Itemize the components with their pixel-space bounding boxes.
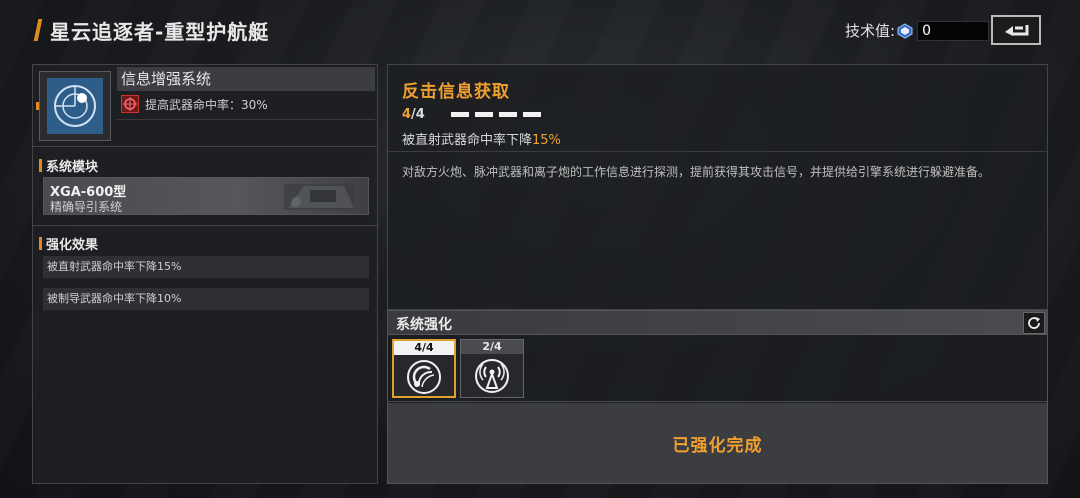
divider [117,119,375,120]
system-effect-text: 提高武器命中率：30% [145,97,268,112]
system-enhance-panel: 系统强化 4/4 2/4 已强化完成 [387,310,1048,484]
tech-chip-icon [897,22,913,39]
effect-item: 被制导武器命中率下降10% [43,288,369,310]
system-name: 信息增强系统 [117,67,375,91]
module-section-label: 系统模块 [46,160,99,175]
tech-value: 0 [917,20,990,41]
system-card: 信息增强系统 提高武器命中率：30% [33,65,377,147]
level-pip [499,112,517,117]
level-total: /4 [411,107,425,122]
effect-item: 被直射武器命中率下降15% [43,256,369,278]
refresh-icon [1028,317,1040,329]
enhance-title: 系统强化 [396,317,452,333]
back-arrow-icon [1005,25,1029,36]
signal-deflect-icon [407,359,441,394]
level-pips [451,112,541,117]
module-section-heading: 系统模块 [39,156,98,175]
enhance-header: 系统强化 [388,311,1047,335]
level-current: 4 [402,107,412,122]
level-pip [475,112,493,117]
enhance-slot-1[interactable]: 4/4 [392,339,456,398]
enhance-status: 已强化完成 [672,435,763,456]
tech-label: 技术值: [845,22,896,40]
system-info-panel: 信息增强系统 提高武器命中率：30% 系统模块 XGA-600型 精确导引系统 [32,64,378,484]
slot-level: 4/4 [394,341,454,355]
enhance-slots: 4/4 2/4 [388,336,1047,402]
back-button[interactable] [991,15,1041,45]
refresh-button[interactable] [1023,312,1045,334]
crosshair-icon [121,95,139,113]
level-pip [523,112,541,117]
system-effect: 提高武器命中率：30% [121,95,268,113]
tech-value-display: 技术值: 0 [845,20,990,41]
module-hardware-icon [284,184,354,210]
slot-level: 2/4 [461,340,523,354]
radar-scope-icon [54,85,96,127]
selected-marker [36,102,39,110]
broadcast-tower-icon [475,358,509,393]
effects-section-label: 强化效果 [46,238,99,253]
module-desc: 精确导引系统 [50,200,123,214]
divider [388,151,1047,152]
enhance-status-area: 已强化完成 [388,403,1047,483]
level-pip [451,112,469,117]
ability-effect: 被直射武器命中率下降15% [402,129,561,148]
system-icon-frame[interactable] [39,71,111,141]
ability-detail-panel: 反击信息获取 4/4 被直射武器命中率下降15% 对敌方火炮、脉冲武器和离子炮的… [387,64,1048,310]
page-header: 星云追逐者-重型护航艇 [33,16,270,44]
enhance-slot-2[interactable]: 2/4 [460,339,524,398]
effects-section-heading: 强化效果 [39,234,98,253]
ability-effect-value: 15% [532,133,561,148]
ability-effect-prefix: 被直射武器命中率下降 [402,133,533,148]
ability-description: 对敌方火炮、脉冲武器和离子炮的工作信息进行探测，提前获得其攻击信号，并提供给引擎… [402,165,991,179]
ability-title: 反击信息获取 [402,82,510,102]
page-title: 星云追逐者-重型护航艇 [50,19,270,44]
ability-level: 4/4 [402,107,425,122]
module-card[interactable]: XGA-600型 精确导引系统 [43,177,369,215]
divider [33,225,377,226]
